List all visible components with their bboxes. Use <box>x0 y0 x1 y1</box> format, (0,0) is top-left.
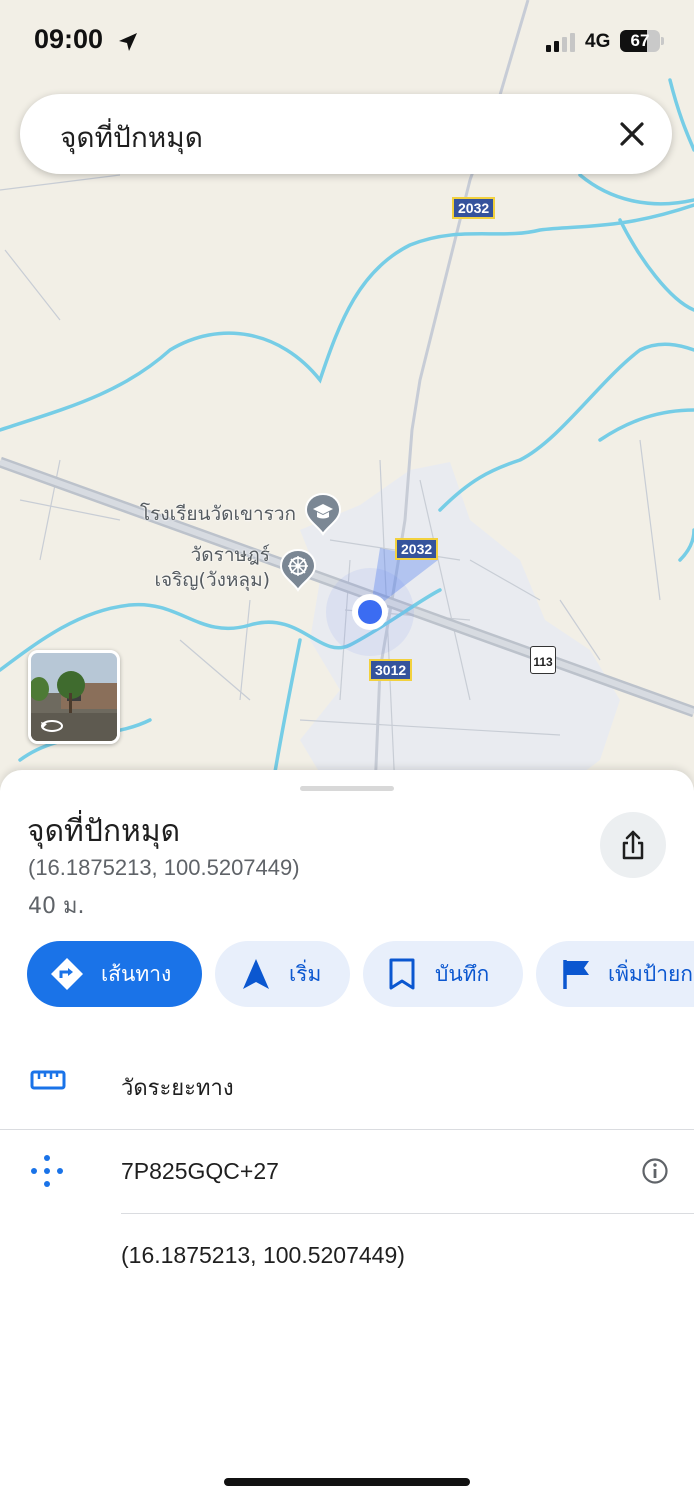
place-title: จุดที่ปักหมุด <box>27 814 181 849</box>
current-location-dot[interactable] <box>350 592 390 632</box>
place-distance: 40 ม. <box>28 894 85 919</box>
school-icon[interactable] <box>304 492 342 536</box>
poi-label-temple[interactable]: วัดราษฎร์ เจริญ(วังหลุม) <box>110 543 270 593</box>
save-button[interactable]: บันทึก <box>363 941 523 1007</box>
directions-button[interactable]: เส้นทาง <box>27 941 202 1007</box>
location-services-icon <box>119 33 137 51</box>
street-view-thumbnail[interactable] <box>28 650 120 744</box>
cellular-signal-icon <box>546 33 575 52</box>
measure-distance-label: วัดระยะทาง <box>121 1076 234 1101</box>
status-bar: 09:00 4G 67 <box>0 0 694 84</box>
add-label-label: เพิ่มป้ายก <box>608 961 694 986</box>
start-button[interactable]: เริ่ม <box>215 941 350 1007</box>
sheet-drag-handle[interactable] <box>300 786 394 791</box>
share-icon <box>622 830 644 860</box>
plus-code-row[interactable]: 7P825GQC+27 <box>0 1130 694 1214</box>
measure-distance-row[interactable]: วัดระยะทาง <box>0 1042 694 1128</box>
plus-code-icon <box>31 1155 63 1187</box>
map-view[interactable]: 2032 2032 3012 113 โรงเรียนวัดเขารวก วัด… <box>0 0 694 790</box>
directions-icon <box>51 958 83 990</box>
route-shield-2032: 2032 <box>395 538 439 560</box>
route-shield-3012: 3012 <box>369 659 413 681</box>
battery-percent: 67 <box>630 31 650 50</box>
street-view-rotate-icon <box>41 720 63 732</box>
place-details-sheet[interactable]: จุดที่ปักหมุด (16.1875213, 100.5207449) … <box>0 770 694 1500</box>
search-query[interactable]: จุดที่ปักหมุด <box>60 116 203 160</box>
info-icon[interactable] <box>641 1157 669 1185</box>
poi-label-school[interactable]: โรงเรียนวัดเขารวก <box>100 502 296 527</box>
battery-icon: 67 <box>620 30 664 52</box>
add-label-button[interactable]: เพิ่มป้ายก <box>536 941 694 1007</box>
route-shield-113: 113 <box>530 646 556 674</box>
temple-icon[interactable] <box>279 548 317 592</box>
status-time: 09:00 <box>34 24 104 54</box>
directions-label: เส้นทาง <box>101 961 172 986</box>
bookmark-icon <box>389 958 415 990</box>
coordinates-value[interactable]: (16.1875213, 100.5207449) <box>121 1242 405 1269</box>
poi-label-temple-line2: เจริญ(วังหลุม) <box>154 569 270 591</box>
coordinates-row[interactable]: (16.1875213, 100.5207449) <box>0 1214 694 1298</box>
close-icon[interactable] <box>612 114 652 154</box>
save-label: บันทึก <box>435 961 490 986</box>
home-indicator[interactable] <box>224 1478 470 1486</box>
start-label: เริ่ม <box>289 961 322 986</box>
ruler-icon <box>30 1070 66 1090</box>
route-shield-2032: 2032 <box>452 197 496 219</box>
place-coordinates: (16.1875213, 100.5207449) <box>28 855 300 880</box>
flag-icon <box>563 960 589 989</box>
network-type: 4G <box>585 31 611 52</box>
poi-label-temple-line1: วัดราษฎร์ <box>190 544 270 566</box>
navigation-arrow-icon <box>243 959 269 989</box>
share-button[interactable] <box>600 812 666 878</box>
plus-code-value[interactable]: 7P825GQC+27 <box>121 1158 279 1185</box>
search-bar[interactable]: จุดที่ปักหมุด <box>20 94 672 174</box>
